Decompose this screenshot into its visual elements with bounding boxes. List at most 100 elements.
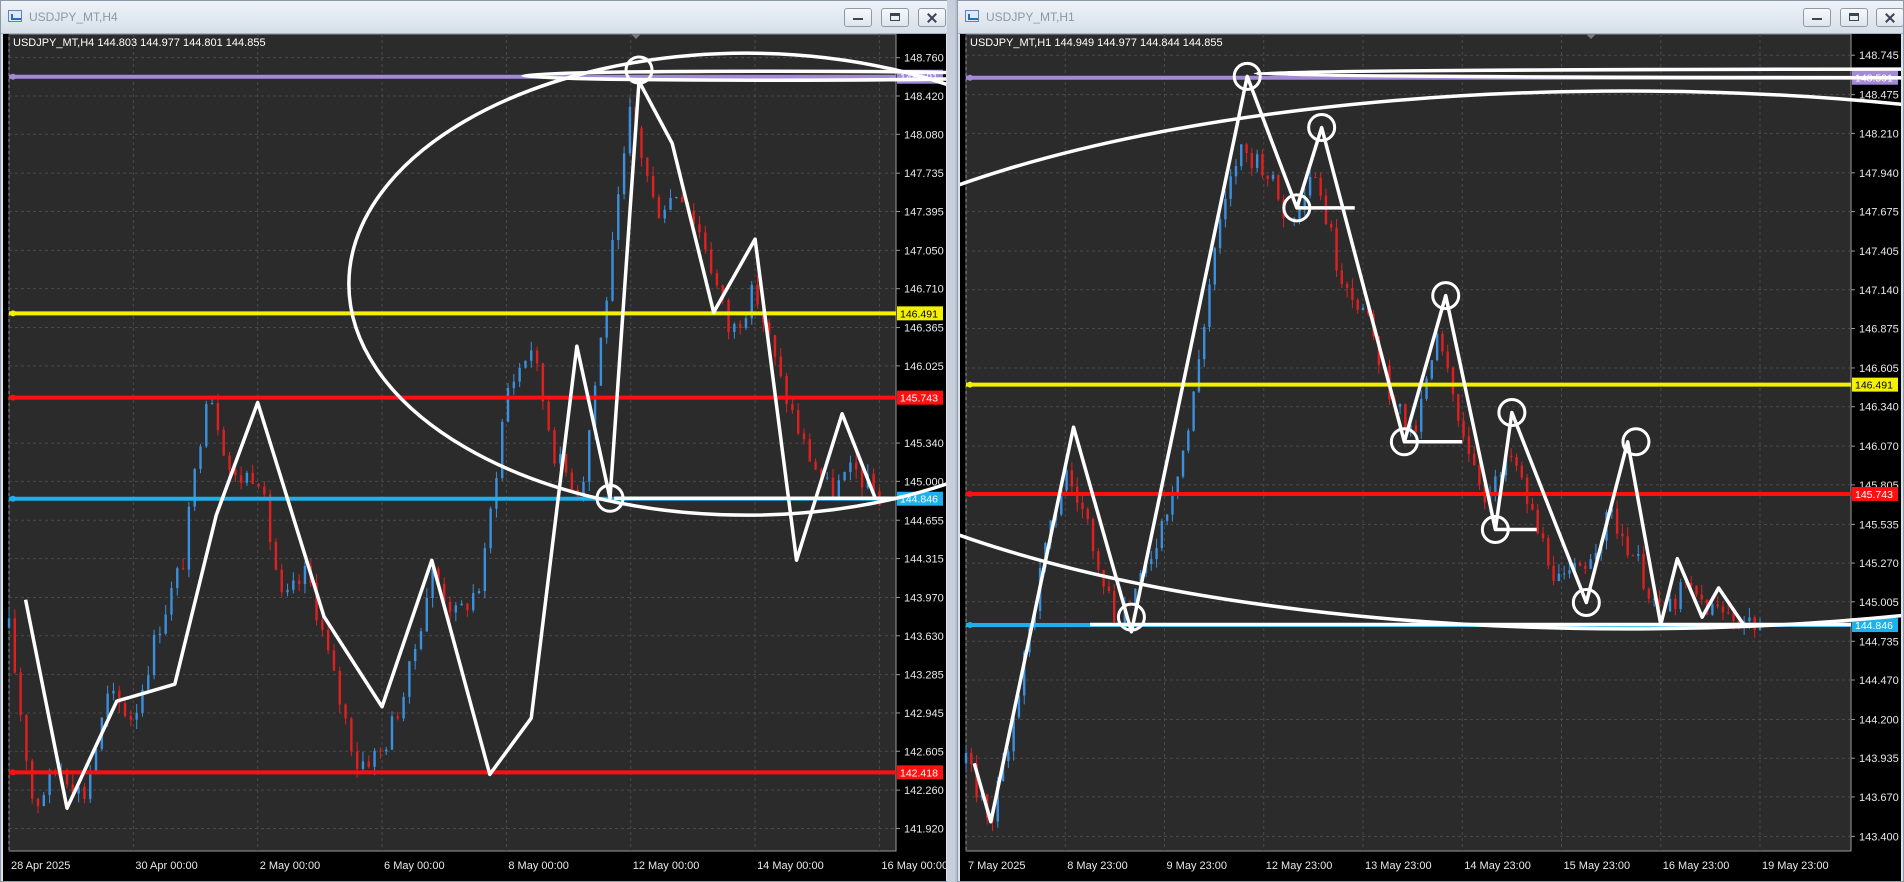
candle-body: [785, 376, 788, 405]
candle-body: [738, 323, 742, 328]
price-chart-h1[interactable]: 148.745148.475148.210147.940147.675147.4…: [960, 34, 1901, 881]
y-tick-label: 147.940: [1859, 168, 1899, 180]
candle-body: [1552, 565, 1555, 581]
candle-body: [1420, 398, 1423, 432]
candle-body: [129, 716, 133, 720]
y-tick-label: 142.945: [904, 708, 944, 720]
candle-body: [1647, 588, 1651, 599]
minimize-button[interactable]: [1803, 8, 1831, 27]
candle-body: [373, 750, 376, 767]
candle-body: [1668, 598, 1672, 612]
candle-body: [1621, 533, 1624, 537]
title-bar-h1[interactable]: USDJPY_MT,H1: [958, 1, 1904, 34]
candle-body: [715, 273, 719, 286]
candle-body: [1478, 465, 1481, 485]
y-tick-label: 143.970: [904, 592, 944, 604]
price-chart-h4[interactable]: 148.760 148.420 148.080 147.735 147.395 147.0…: [3, 34, 946, 881]
price-level-label: 142.418: [900, 767, 938, 779]
y-tick-label: 147.675: [1859, 207, 1899, 219]
candle-body: [425, 597, 429, 632]
candle-body: [599, 337, 603, 386]
minimize-button[interactable]: [844, 8, 872, 27]
candle-body: [843, 471, 846, 481]
candle-body: [698, 224, 701, 233]
candle-body: [553, 430, 556, 464]
y-tick-label: 143.630: [904, 631, 944, 643]
candle-body: [355, 751, 359, 769]
x-tick-label: 15 May 23:00: [1564, 860, 1631, 872]
candle-body: [1361, 307, 1365, 310]
price-level-label: 146.491: [1855, 380, 1893, 392]
x-tick-label: 8 May 00:00: [508, 860, 569, 872]
candle-body: [199, 446, 202, 469]
candle-body: [361, 761, 365, 769]
x-tick-label: 2 May 00:00: [260, 860, 321, 872]
candle-body: [1462, 420, 1465, 437]
candle-body: [448, 601, 452, 613]
candle-body: [1637, 554, 1640, 556]
candle-body: [42, 795, 46, 807]
window-splitter[interactable]: [947, 0, 955, 882]
candle-body: [1727, 612, 1730, 614]
candle-body: [518, 367, 521, 382]
candle-body: [1277, 174, 1280, 200]
candle-body: [657, 196, 661, 219]
candle-body: [1107, 586, 1111, 591]
candle-body: [390, 716, 394, 750]
candle-body: [506, 388, 510, 422]
candle-body: [1515, 457, 1518, 466]
candle-body: [855, 462, 858, 470]
candle-body: [622, 153, 626, 195]
candle-body: [1213, 248, 1216, 285]
candle-body: [297, 580, 301, 585]
window-h1: USDJPY_MT,H1 148.745 148.475 148.210 147.94…: [957, 0, 1904, 882]
candle-body: [1181, 450, 1185, 477]
candle-body: [1271, 174, 1275, 180]
candle-body: [286, 589, 289, 593]
candle-body: [617, 194, 620, 240]
candle-body: [727, 300, 730, 333]
candle-body: [1160, 520, 1164, 549]
candle-body: [1642, 554, 1645, 589]
title-bar-h4[interactable]: USDJPY_MT,H4: [1, 1, 948, 34]
candle-body: [1070, 470, 1074, 487]
candle-body: [477, 591, 481, 594]
chart-window-icon: [8, 10, 22, 22]
price-level-anchor: [10, 310, 16, 317]
x-tick-label: 14 May 00:00: [757, 860, 824, 872]
window-h4: USDJPY_MT,H4 148.760 148.420 148.080 147.73…: [0, 0, 949, 882]
y-tick-label: 147.395: [904, 206, 944, 218]
candle-body: [1441, 333, 1444, 352]
candle-body: [321, 620, 324, 630]
candle-body: [1203, 326, 1206, 360]
candle-body: [292, 580, 295, 590]
price-level-label: 144.846: [1855, 620, 1893, 632]
y-tick-label: 146.365: [904, 323, 944, 335]
candle-body: [170, 587, 173, 615]
x-tick-label: 14 May 23:00: [1464, 860, 1531, 872]
candle-body: [646, 157, 649, 176]
candle-body: [1626, 536, 1629, 556]
candle-body: [564, 453, 568, 473]
candle-body: [1711, 604, 1714, 615]
candle-body: [89, 772, 92, 800]
candle-body: [1240, 144, 1243, 167]
candle-body: [1155, 548, 1158, 560]
close-button[interactable]: [1876, 8, 1904, 27]
y-tick-label: 146.605: [1859, 363, 1899, 375]
chart-window-icon: [965, 10, 979, 22]
chart-info-title: USDJPY_MT,H1 144.949 144.977 144.844 144…: [970, 37, 1223, 49]
candle-body: [1457, 394, 1460, 421]
maximize-button[interactable]: [1840, 8, 1868, 27]
x-tick-label: 7 May 2025: [968, 860, 1025, 872]
candle-body: [1398, 403, 1402, 407]
x-tick-label: 8 May 23:00: [1067, 860, 1128, 872]
price-level-label: 145.743: [1855, 489, 1893, 501]
x-tick-label: 9 May 23:00: [1167, 860, 1228, 872]
maximize-button[interactable]: [881, 8, 909, 27]
candle-body: [396, 716, 399, 719]
candle-body: [663, 209, 666, 219]
candle-body: [210, 403, 214, 405]
close-button[interactable]: [918, 8, 946, 27]
x-tick-label: 12 May 23:00: [1266, 860, 1333, 872]
